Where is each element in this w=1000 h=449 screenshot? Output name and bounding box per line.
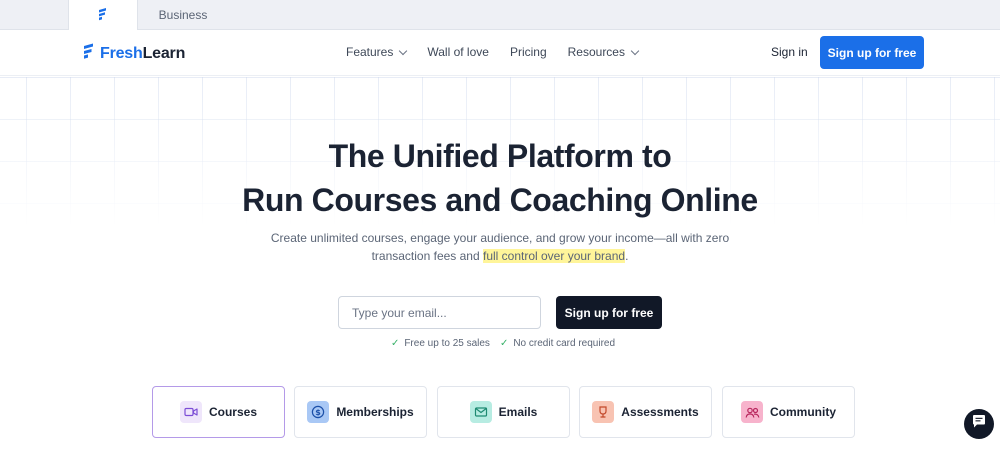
- users-icon: [741, 401, 763, 423]
- mail-icon: [469, 401, 492, 423]
- freshlearn-logo-icon: [83, 42, 95, 65]
- signup-button-nav[interactable]: Sign up for free: [820, 36, 924, 69]
- hero-title-line1: The Unified Platform to: [328, 138, 672, 174]
- perk-label: No credit card required: [513, 338, 616, 349]
- signin-link[interactable]: Sign in: [771, 45, 808, 59]
- hero-subtitle-highlight: full control over your brand: [482, 249, 626, 263]
- signup-button-form[interactable]: Sign up for free: [556, 296, 662, 329]
- svg-text:$: $: [316, 408, 322, 417]
- hero-subtitle: Create unlimited courses, engage your au…: [250, 229, 750, 265]
- feature-card-courses[interactable]: Courses: [152, 386, 285, 438]
- product-switcher-bar: Business: [0, 0, 1000, 31]
- nav-links: Features Wall of love Pricing Resources: [346, 45, 640, 59]
- hero-title: The Unified Platform to Run Courses and …: [0, 134, 1000, 222]
- feature-card-memberships[interactable]: $ Memberships: [294, 386, 427, 438]
- hero-title-line2: Run Courses and Coaching Online: [242, 182, 758, 218]
- email-input[interactable]: [338, 296, 541, 329]
- feature-card-label: Courses: [208, 405, 258, 419]
- nav-features-label: Features: [346, 45, 394, 59]
- chevron-down-icon: [399, 46, 408, 55]
- nav-features[interactable]: Features: [346, 45, 408, 59]
- dollar-icon: $: [307, 401, 330, 423]
- chat-widget-button[interactable]: [964, 409, 994, 439]
- freshlearn-logo-icon: [98, 7, 108, 24]
- nav-resources-label: Resources: [567, 45, 625, 59]
- check-icon: ✓: [499, 338, 509, 349]
- perk-item: ✓ Free up to 25 sales: [391, 338, 490, 349]
- tab-business[interactable]: Business: [140, 0, 226, 30]
- nav-pricing[interactable]: Pricing: [510, 45, 547, 59]
- trophy-icon: [592, 401, 615, 423]
- video-icon: [179, 401, 202, 423]
- chat-icon: [971, 414, 987, 434]
- feature-card-label: Assessments: [621, 405, 699, 419]
- check-icon: ✓: [390, 338, 400, 349]
- perk-item: ✓ No credit card required: [500, 338, 615, 349]
- feature-card-community[interactable]: Community: [722, 386, 855, 438]
- nav-wall-of-love-label: Wall of love: [427, 45, 489, 59]
- perks-list: ✓ Free up to 25 sales ✓ No credit card r…: [0, 338, 1000, 349]
- tab-freshlearn[interactable]: [68, 0, 138, 31]
- feature-card-emails[interactable]: Emails: [437, 386, 570, 438]
- brand-name: FreshLearn: [100, 44, 186, 62]
- main-nav: FreshLearn Features Wall of love Pricing…: [0, 30, 1000, 76]
- chevron-down-icon: [630, 46, 640, 55]
- feature-card-assessments[interactable]: Assessments: [579, 386, 712, 438]
- hero-subtitle-end: .: [625, 249, 629, 263]
- perk-label: Free up to 25 sales: [404, 338, 490, 349]
- brand-logo[interactable]: FreshLearn: [83, 42, 185, 65]
- feature-card-label: Emails: [498, 405, 538, 419]
- nav-wall-of-love[interactable]: Wall of love: [427, 45, 489, 59]
- feature-card-label: Memberships: [336, 405, 414, 419]
- nav-resources[interactable]: Resources: [567, 45, 640, 59]
- feature-card-label: Community: [770, 405, 836, 419]
- nav-pricing-label: Pricing: [509, 45, 547, 59]
